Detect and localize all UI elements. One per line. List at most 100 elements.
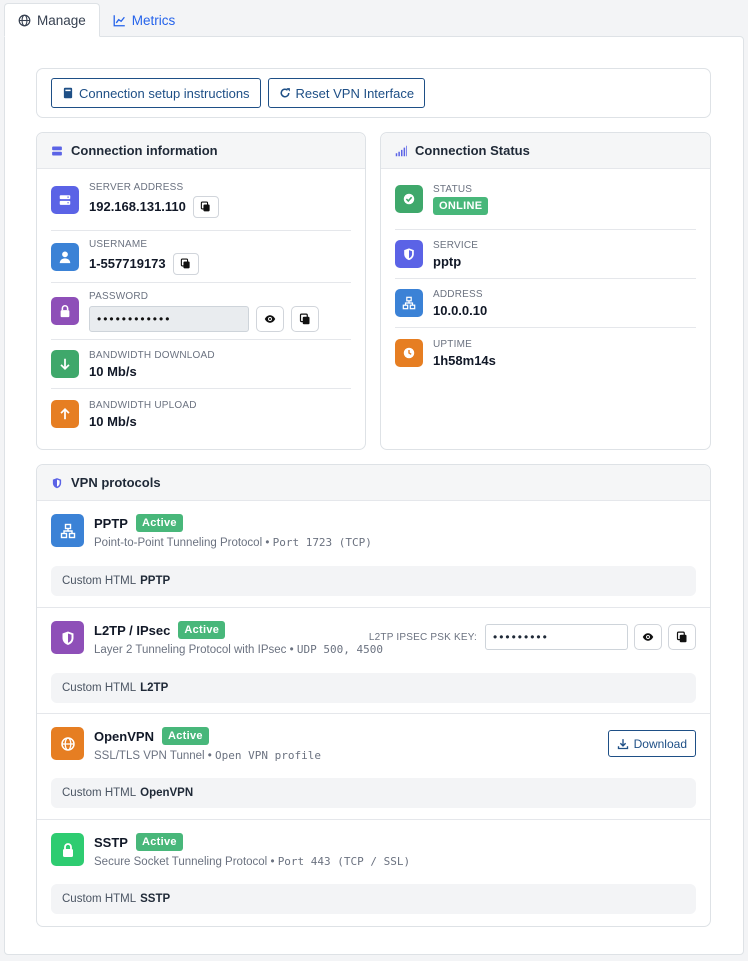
tab-metrics-label: Metrics: [131, 12, 176, 28]
lock-icon: [51, 297, 79, 325]
custom-html-prefix: Custom HTML: [62, 893, 137, 905]
server-address-label: SERVER ADDRESS: [89, 181, 184, 193]
show-password-button[interactable]: [256, 305, 284, 332]
protocol-description: Secure Socket Tunneling Protocol: [94, 856, 268, 868]
server-address-row: SERVER ADDRESS 192.168.131.110: [51, 169, 351, 231]
protocol-name: SSTP: [94, 834, 128, 850]
download-openvpn-button[interactable]: Download: [607, 730, 696, 757]
status-badge: ONLINE: [433, 196, 489, 215]
custom-html-box: Custom HTML OpenVPN: [51, 778, 696, 808]
toolbar: Connection setup instructions Reset VPN …: [36, 68, 711, 118]
custom-html-name: L2TP: [140, 682, 169, 694]
bandwidth-download-row: BANDWIDTH DOWNLOAD 10 Mb/s: [51, 340, 351, 389]
copy-server-button[interactable]: [192, 195, 219, 218]
protocol-name: L2TP / IPsec: [94, 622, 171, 638]
server-icon: [52, 146, 62, 155]
server-icon: [51, 185, 79, 214]
arrow-down-icon: [51, 350, 79, 378]
download-label: Download: [633, 736, 687, 751]
connection-status-title: Connection Status: [415, 143, 530, 158]
username-label: USERNAME: [89, 238, 148, 250]
tab-manage[interactable]: Manage: [4, 3, 100, 37]
uptime-label: UPTIME: [433, 338, 472, 350]
protocol-l2tp: L2TP / IPsec Active Layer 2 Tunneling Pro…: [37, 608, 710, 714]
address-row: ADDRESS 10.0.0.10: [395, 279, 696, 328]
shield-icon: [395, 240, 423, 268]
reset-vpn-label: Reset VPN Interface: [295, 85, 415, 101]
protocol-port: Open VPN profile: [215, 749, 321, 762]
custom-html-box: Custom HTML SSTP: [51, 884, 696, 914]
vpn-protocols-header: VPN protocols: [37, 465, 710, 501]
clock-icon: [395, 339, 423, 367]
password-field[interactable]: ••••••••••••: [89, 305, 249, 332]
separator: •: [289, 644, 294, 656]
copy-icon: [676, 631, 687, 643]
setup-instructions-label: Connection setup instructions: [79, 85, 250, 101]
connection-status-card: Connection Status STATUS ONLINE SERVICE …: [380, 132, 711, 450]
check-icon: [395, 185, 423, 213]
protocol-name: PPTP: [94, 515, 128, 531]
signal-icon: [395, 145, 407, 156]
bandwidth-upload-row: BANDWIDTH UPLOAD 10 Mb/s: [51, 389, 351, 439]
copy-icon: [201, 201, 211, 212]
status-badge: Active: [135, 833, 183, 851]
copy-icon: [299, 313, 310, 324]
shield-icon: [51, 621, 84, 654]
vpn-protocols-card: VPN protocols PPTP Active Point-to-Point …: [36, 464, 711, 927]
protocol-port: Port 1723 (TCP): [272, 536, 372, 549]
status-label: STATUS: [433, 183, 473, 195]
username-value: 1-557719173: [89, 256, 166, 271]
status-badge: Active: [161, 727, 209, 745]
bandwidth-upload-value: 10 Mb/s: [89, 413, 137, 429]
status-row: STATUS ONLINE: [395, 169, 696, 230]
service-row: SERVICE pptp: [395, 230, 696, 279]
custom-html-box: Custom HTML L2TP: [51, 673, 696, 703]
address-label: ADDRESS: [433, 288, 483, 300]
psk-key-group: L2TP IPSEC PSK KEY: •••••••••: [369, 624, 696, 650]
manage-panel: Connection setup instructions Reset VPN …: [4, 36, 744, 955]
tab-bar: Manage Metrics: [4, 3, 744, 37]
service-label: SERVICE: [433, 239, 479, 251]
setup-instructions-button[interactable]: Connection setup instructions: [51, 78, 261, 108]
lock-icon: [51, 833, 84, 866]
network-icon: [51, 514, 84, 547]
bandwidth-download-value: 10 Mb/s: [89, 363, 137, 379]
arrow-up-icon: [51, 400, 79, 428]
custom-html-name: OpenVPN: [140, 787, 194, 799]
protocol-name: OpenVPN: [94, 728, 154, 744]
connection-status-header: Connection Status: [381, 133, 710, 169]
globe-icon: [18, 14, 31, 26]
psk-key-label: L2TP IPSEC PSK KEY:: [368, 631, 477, 643]
username-row: USERNAME 1-557719173: [51, 231, 351, 283]
custom-html-box: Custom HTML PPTP: [51, 566, 696, 596]
custom-html-prefix: Custom HTML: [62, 787, 137, 799]
custom-html-name: PPTP: [140, 575, 171, 587]
bandwidth-upload-label: BANDWIDTH UPLOAD: [89, 399, 197, 411]
psk-key-field[interactable]: •••••••••: [485, 624, 628, 650]
reset-vpn-button[interactable]: Reset VPN Interface: [267, 78, 426, 108]
protocol-pptp: PPTP Active Point-to-Point Tunneling Prot…: [37, 501, 710, 608]
protocol-description: SSL/TLS VPN Tunnel: [94, 750, 205, 762]
vpn-protocols-title: VPN protocols: [71, 475, 161, 490]
bandwidth-download-label: BANDWIDTH DOWNLOAD: [89, 349, 215, 361]
uptime-row: UPTIME 1h58m14s: [395, 328, 696, 378]
custom-html-prefix: Custom HTML: [62, 682, 137, 694]
custom-html-prefix: Custom HTML: [62, 575, 137, 587]
book-icon: [63, 87, 73, 99]
copy-username-button[interactable]: [172, 252, 199, 275]
eye-icon: [642, 633, 654, 641]
connection-info-card: Connection information SERVER ADDRESS 19…: [36, 132, 366, 450]
separator: •: [265, 537, 270, 549]
protocol-sstp: SSTP Active Secure Socket Tunneling Proto…: [37, 820, 710, 926]
connection-info-header: Connection information: [37, 133, 365, 169]
address-value: 10.0.0.10: [433, 302, 488, 318]
tab-manage-label: Manage: [37, 12, 86, 28]
chart-line-icon: [113, 14, 125, 26]
copy-password-button[interactable]: [291, 305, 319, 332]
show-psk-button[interactable]: [634, 624, 662, 650]
globe-icon: [51, 727, 84, 760]
status-badge: Active: [178, 621, 226, 639]
copy-psk-button[interactable]: [668, 624, 696, 650]
tab-metrics[interactable]: Metrics: [100, 3, 189, 37]
uptime-value: 1h58m14s: [433, 352, 496, 368]
